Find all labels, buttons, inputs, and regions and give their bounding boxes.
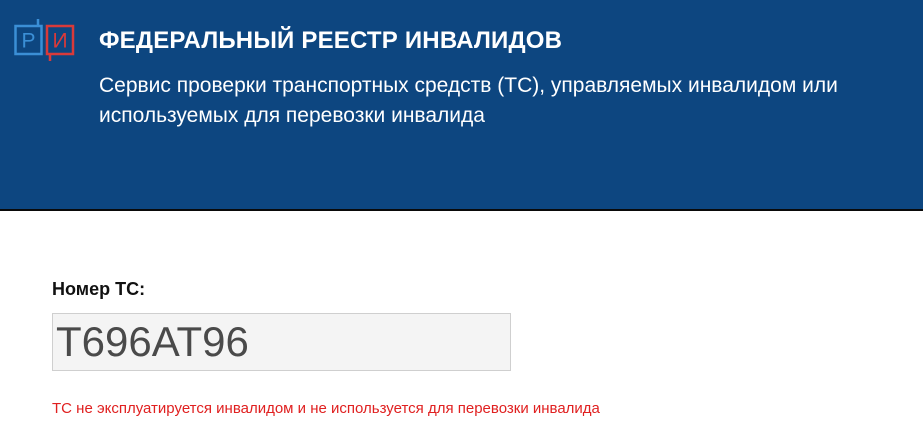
- logo-letter-left: Р: [21, 30, 35, 53]
- plate-number-label: Номер ТС:: [52, 279, 146, 299]
- site-header: Р И ФЕДЕРАЛЬНЫЙ РЕЕСТР ИНВАЛИДОВ Сервис …: [0, 0, 923, 211]
- check-result-message: ТС не эксплуатируется инвалидом и не исп…: [52, 400, 600, 417]
- plate-number-input[interactable]: [52, 313, 511, 371]
- site-title: ФЕДЕРАЛЬНЫЙ РЕЕСТР ИНВАЛИДОВ: [99, 27, 563, 54]
- logo-letter-right: И: [52, 30, 67, 53]
- site-subtitle: Сервис проверки транспортных средств (ТС…: [99, 74, 838, 127]
- fri-logo-icon: Р И: [14, 19, 75, 61]
